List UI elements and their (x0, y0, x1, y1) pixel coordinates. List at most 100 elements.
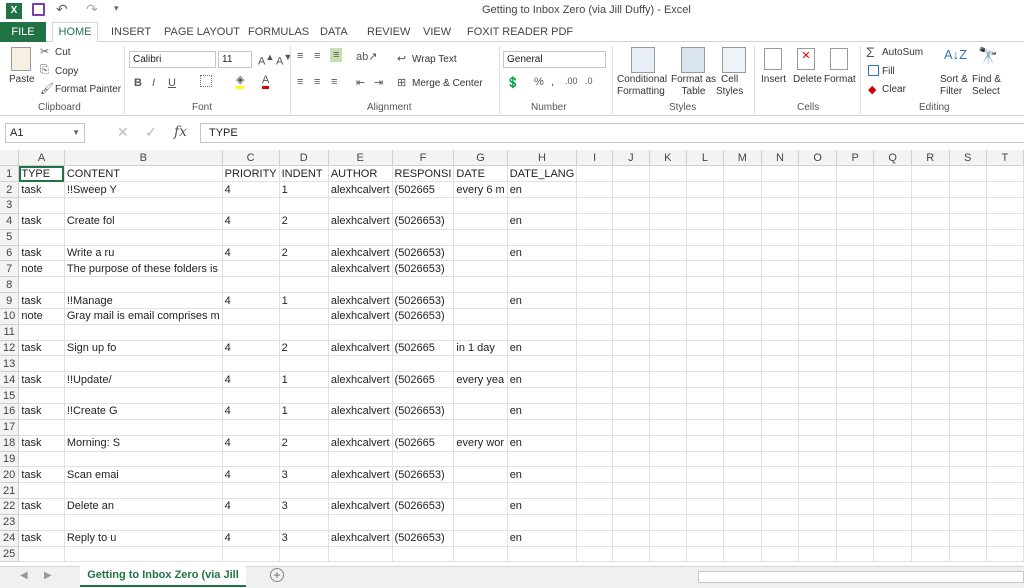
format-cells-icon[interactable] (830, 48, 848, 70)
increase-font-icon[interactable]: A▲ (258, 52, 274, 68)
cell[interactable] (986, 451, 1024, 468)
cell[interactable]: (5026653) (392, 292, 455, 309)
cell[interactable] (798, 466, 837, 484)
cell[interactable]: 3 (279, 530, 329, 547)
decrease-indent-icon[interactable]: ⇤ (356, 76, 365, 89)
cell[interactable] (649, 308, 687, 325)
column-header[interactable]: J (612, 150, 650, 167)
cell[interactable] (911, 324, 950, 341)
conditional-formatting-icon[interactable] (631, 47, 655, 73)
cell[interactable] (836, 292, 875, 309)
cell[interactable] (392, 197, 455, 214)
cell[interactable] (222, 276, 280, 294)
format-as-table-button[interactable]: Format as Table (671, 74, 716, 98)
cell[interactable]: every 6 m (453, 181, 508, 199)
cell[interactable] (723, 245, 762, 262)
paste-button[interactable]: Paste (9, 74, 35, 85)
cell[interactable] (986, 482, 1024, 500)
cell[interactable]: alexhcalvert (328, 403, 393, 420)
cell[interactable] (723, 371, 762, 389)
cell[interactable] (453, 403, 508, 420)
cell[interactable] (279, 308, 329, 325)
cell[interactable]: every yea (453, 371, 508, 389)
cell[interactable]: en (507, 181, 578, 199)
cell[interactable] (836, 165, 875, 183)
cell[interactable] (798, 324, 837, 341)
row-header[interactable]: 3 (0, 197, 20, 214)
column-header[interactable]: E (328, 150, 393, 167)
cell[interactable] (612, 276, 650, 294)
column-header[interactable]: O (798, 150, 837, 167)
autosum-icon[interactable]: Σ (866, 44, 875, 60)
cell[interactable] (392, 514, 455, 531)
cell[interactable]: (5026653) (392, 260, 455, 278)
cell[interactable]: 2 (279, 213, 329, 230)
cell[interactable] (64, 324, 223, 341)
cell[interactable] (723, 466, 762, 484)
cell[interactable] (649, 340, 687, 357)
cell[interactable] (986, 292, 1024, 309)
cell[interactable] (453, 229, 508, 246)
font-color-icon[interactable]: A (262, 74, 270, 89)
tab-home[interactable]: HOME (52, 22, 98, 43)
cell[interactable] (649, 482, 687, 500)
cell[interactable] (911, 482, 950, 500)
cell[interactable] (836, 435, 875, 452)
cell[interactable] (798, 498, 837, 515)
cell[interactable] (18, 197, 65, 214)
cell[interactable]: alexhcalvert (328, 181, 393, 199)
cell[interactable] (612, 435, 650, 452)
cell[interactable] (507, 260, 578, 278)
cell[interactable] (612, 514, 650, 531)
cell[interactable] (686, 466, 724, 484)
cell[interactable] (723, 229, 762, 246)
cell[interactable] (761, 419, 800, 436)
cell[interactable] (873, 451, 913, 468)
cell[interactable]: (5026653) (392, 308, 455, 325)
cell[interactable] (18, 419, 65, 436)
cell[interactable] (798, 197, 837, 214)
underline-icon[interactable]: U (168, 77, 176, 89)
new-sheet-icon[interactable]: + (270, 568, 284, 582)
cell[interactable]: 4 (222, 435, 280, 452)
cell[interactable] (761, 514, 800, 531)
cell[interactable] (986, 276, 1024, 294)
cell[interactable] (949, 546, 987, 563)
cell[interactable] (686, 403, 724, 420)
cell[interactable] (949, 387, 987, 404)
cell[interactable] (576, 466, 614, 484)
cell[interactable] (949, 165, 987, 183)
font-size-select[interactable]: 11 (218, 51, 252, 68)
delete-cells-button[interactable]: Delete (793, 74, 822, 85)
cell[interactable] (761, 466, 800, 484)
conditional-formatting-button[interactable]: Conditional Formatting (617, 74, 667, 98)
cell[interactable]: DATE (453, 165, 508, 183)
cell[interactable]: alexhcalvert (328, 371, 393, 389)
name-box[interactable]: A1 ▼ (5, 123, 85, 143)
row-header[interactable]: 5 (0, 229, 20, 246)
cell[interactable] (576, 276, 614, 294)
cell[interactable] (798, 245, 837, 262)
format-painter-icon[interactable]: 🖌 (40, 82, 54, 95)
cell[interactable] (64, 514, 223, 531)
cell[interactable] (64, 387, 223, 404)
cell[interactable] (723, 197, 762, 214)
cell[interactable]: task (18, 181, 65, 199)
cell[interactable] (723, 419, 762, 436)
cell[interactable] (576, 260, 614, 278)
cell[interactable] (873, 530, 913, 547)
cell[interactable] (723, 435, 762, 452)
cell[interactable] (686, 419, 724, 436)
cell[interactable] (949, 355, 987, 373)
cell[interactable] (576, 324, 614, 341)
cell[interactable]: 4 (222, 403, 280, 420)
cell[interactable] (576, 292, 614, 309)
cell[interactable]: alexhcalvert (328, 435, 393, 452)
wrap-text-button[interactable]: Wrap Text (412, 54, 457, 65)
cell[interactable] (392, 355, 455, 373)
cell[interactable]: task (18, 466, 65, 484)
column-header[interactable]: D (279, 150, 329, 167)
cell[interactable] (836, 276, 875, 294)
cell[interactable] (911, 355, 950, 373)
cell[interactable] (986, 308, 1024, 325)
